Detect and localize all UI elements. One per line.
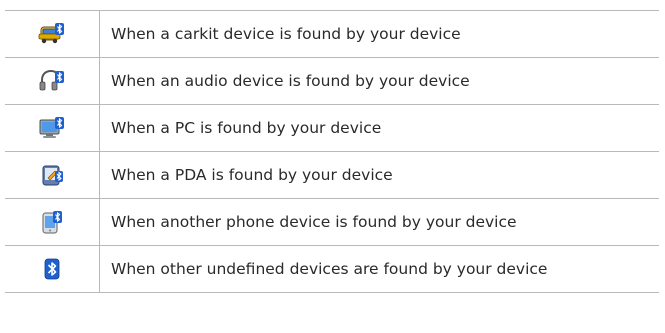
icon-cell	[5, 151, 100, 199]
row-description: When a PDA is found by your device	[99, 151, 659, 199]
pc-bluetooth-icon	[38, 117, 66, 138]
table-row: When a PDA is found by your device	[5, 151, 659, 199]
row-description: When another phone device is found by yo…	[99, 198, 659, 246]
bluetooth-icon	[40, 258, 64, 280]
table-row: When a carkit device is found by your de…	[5, 10, 659, 58]
table-row: When other undefined devices are found b…	[5, 245, 659, 293]
table-row: When an audio device is found by your de…	[5, 57, 659, 105]
row-description: When a PC is found by your device	[99, 104, 659, 152]
row-description: When other undefined devices are found b…	[99, 245, 659, 293]
icon-cell	[5, 245, 100, 293]
icon-cell	[5, 104, 100, 152]
phone-bluetooth-icon	[38, 211, 66, 234]
headset-bluetooth-icon	[38, 69, 66, 91]
row-description: When an audio device is found by your de…	[99, 57, 659, 105]
icon-cell	[5, 10, 100, 58]
row-description: When a carkit device is found by your de…	[99, 10, 659, 58]
table-row: When another phone device is found by yo…	[5, 198, 659, 246]
icon-cell	[5, 198, 100, 246]
table-row: When a PC is found by your device	[5, 104, 659, 152]
icon-cell	[5, 57, 100, 105]
pda-bluetooth-icon	[38, 165, 66, 186]
carkit-bluetooth-icon	[38, 23, 66, 44]
bluetooth-device-icon-table: When a carkit device is found by your de…	[5, 10, 659, 293]
